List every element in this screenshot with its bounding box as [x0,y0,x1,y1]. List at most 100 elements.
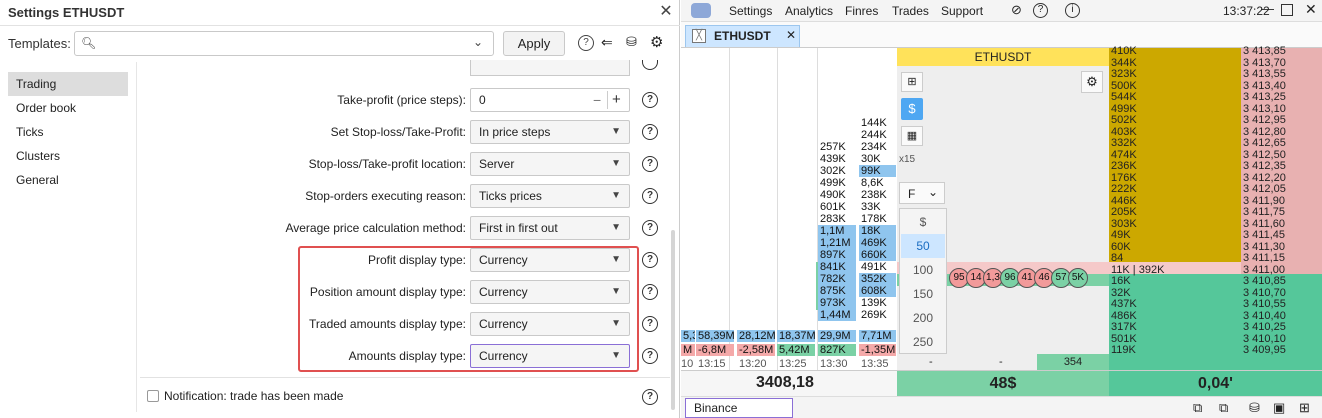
help-icon[interactable]: ? [578,35,594,51]
price-level[interactable]: 3 409,95 [1243,344,1286,357]
zoom-50[interactable]: 50 [901,234,945,258]
close-tab-icon[interactable]: ✕ [786,28,796,42]
sidebar-item-trading[interactable]: Trading [8,72,128,96]
gear-icon[interactable]: ⚙ [650,33,663,51]
price-level[interactable]: 3 413,25 [1243,91,1286,104]
avg-price-method-select[interactable]: First in first out ▼ [470,216,630,240]
notification-checkbox[interactable] [147,390,159,402]
help-icon[interactable]: ? [642,220,658,236]
help-icon[interactable]: ? [642,348,658,364]
zoom-100[interactable]: 100 [904,258,942,282]
sidebar-divider [136,62,137,412]
notification-label: Notification: trade has been made [164,389,344,403]
current-price: 3408,18 [756,374,814,391]
plus-icon[interactable]: + [612,89,621,111]
menu-finres[interactable]: Finres [845,4,878,18]
zoom-150[interactable]: 150 [904,282,942,306]
help-icon[interactable]: ? [642,316,658,332]
help-icon[interactable]: ? [642,284,658,300]
minus-icon[interactable]: − [593,89,601,111]
price-level[interactable]: 3 413,85 [1243,45,1286,58]
help-icon[interactable]: ? [642,156,658,172]
exchange-label[interactable]: Binance [685,398,793,418]
menu-settings[interactable]: Settings [729,4,772,18]
mic-off-icon[interactable]: ⊘ [1011,2,1022,18]
mode-select[interactable]: F ⌄ [899,182,945,204]
close-icon[interactable]: ✕ [657,3,675,21]
dollar-icon[interactable]: $ [901,98,923,120]
sidebar-item-order-book[interactable]: Order book [8,96,128,120]
stop-orders-reason-select[interactable]: Ticks prices ▼ [470,184,630,208]
set-sl-tp-select[interactable]: In price steps ▼ [470,120,630,144]
price-level[interactable]: 3 411,15 [1243,252,1285,265]
screenshot-icon[interactable]: ⧉ [1193,400,1202,416]
price-level[interactable]: 3 412,95 [1243,114,1286,127]
zoom-unit[interactable]: $ [904,210,942,234]
help-icon[interactable]: ? [642,389,658,405]
chevron-down-icon: ⌄ [473,35,484,49]
profit-display: 48$ [897,371,1109,397]
price-level[interactable]: 3 410,85 [1243,275,1286,288]
apply-button[interactable]: Apply [503,31,565,56]
minimize-icon[interactable]: — [1261,1,1274,16]
traded-amounts-select[interactable]: Currency ▼ [470,312,630,336]
trade-bubble: 5K [1068,268,1088,288]
price-level[interactable]: 3 413,55 [1243,68,1286,81]
clipped-help-icon [642,60,658,70]
database-icon[interactable]: ⛁ [626,34,637,50]
take-profit-stepper[interactable]: 0 − + [470,88,630,112]
chevron-down-icon: ▼ [611,126,621,137]
close-icon[interactable]: ✕ [1305,1,1317,18]
price-level[interactable]: 3 412,65 [1243,137,1286,150]
sidebar-item-ticks[interactable]: Ticks [8,120,128,144]
help-icon[interactable]: ? [642,252,658,268]
sl-tp-location-select[interactable]: Server ▼ [470,152,630,176]
maximize-icon[interactable] [1281,4,1293,16]
add-chart-icon[interactable]: ⊞ [901,72,923,92]
status-bar: Binance ⧉ ⧉ ⛁ ▣ ⊞ [681,396,1322,418]
help-icon[interactable]: ? [1033,3,1048,18]
tab-ethusdt[interactable]: ╳ ETHUSDT ✕ [685,25,800,47]
price-level[interactable]: 3 412,35 [1243,160,1286,173]
mode-value: F [908,187,916,201]
import-icon[interactable]: ⇐ [601,34,613,51]
gear-icon[interactable]: ⚙ [1081,71,1103,93]
help-icon[interactable]: ? [642,124,658,140]
top-menu-bar: Settings Analytics Finres Trades Support… [681,0,1322,22]
database-icon[interactable]: ⛁ [1249,400,1260,416]
link-icon[interactable]: ⧉ [1219,400,1228,416]
grid-icon[interactable]: ⊞ [1299,400,1310,416]
take-profit-label: Take-profit (price steps): [337,93,466,107]
price-level[interactable]: 3 411,45 [1243,229,1285,242]
cluster-cell: 601K [820,201,846,213]
sidebar-item-general[interactable]: General [8,168,128,192]
sidebar-item-clusters[interactable]: Clusters [8,144,128,168]
calculator-icon[interactable]: ▦ [901,126,923,146]
templates-select[interactable]: 🔍︎ ⌄ [74,31,494,56]
price-level[interactable]: 3 410,55 [1243,298,1286,311]
cluster-cell: 139K [861,297,887,309]
sl-tp-location-value: Server [479,157,515,171]
menu-trades[interactable]: Trades [892,4,929,18]
help-icon[interactable]: ? [642,92,658,108]
amounts-display-select[interactable]: Currency ▼ [470,344,630,368]
menu-support[interactable]: Support [941,4,983,18]
scrollbar[interactable] [670,70,676,410]
cluster-cell: 1,44M [818,309,856,321]
scrollbar-thumb[interactable] [671,230,675,410]
menu-analytics[interactable]: Analytics [785,4,833,18]
cluster-cell: 608K [859,285,896,297]
price-level[interactable]: 3 410,25 [1243,321,1286,334]
zoom-200[interactable]: 200 [904,306,942,330]
dom-counter: 354 [1037,354,1109,370]
help-icon[interactable]: ? [642,188,658,204]
position-amount-select[interactable]: Currency ▼ [470,280,630,304]
chevron-down-icon: ▼ [611,190,621,201]
info-icon[interactable]: i [1065,3,1080,18]
cluster-cell: 18K [859,225,896,237]
profit-display-select[interactable]: Currency ▼ [470,248,630,272]
zoom-250[interactable]: 250 [904,330,942,354]
price-level[interactable]: 3 412,05 [1243,183,1286,196]
window-icon[interactable]: ▣ [1273,400,1285,416]
price-level[interactable]: 3 411,75 [1243,206,1285,219]
